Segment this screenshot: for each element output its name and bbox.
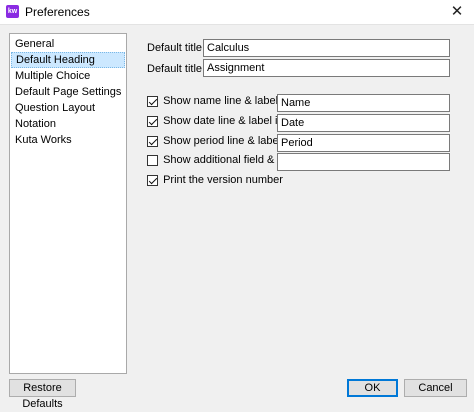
- restore-defaults-button[interactable]: Restore Defaults: [9, 379, 76, 410]
- date-label-input[interactable]: [277, 114, 450, 132]
- show-date-option[interactable]: Show date line & label it: [147, 115, 280, 129]
- app-logo-icon: kw: [6, 5, 19, 18]
- cancel-button[interactable]: Cancel: [404, 379, 467, 397]
- show-period-option[interactable]: Show period line & label it: [147, 135, 290, 149]
- print-version-label: Print the version number: [163, 174, 283, 187]
- show-name-checkbox[interactable]: [147, 95, 158, 107]
- check-icon: [148, 136, 158, 145]
- additional-field-input[interactable]: [277, 153, 450, 171]
- check-icon: [148, 175, 158, 184]
- name-label-input[interactable]: [277, 94, 450, 112]
- show-period-label: Show period line & label it: [163, 135, 290, 148]
- ok-button[interactable]: OK: [347, 379, 398, 397]
- sidebar-item-default-heading[interactable]: Default Heading: [11, 52, 125, 68]
- close-button[interactable]: ✕: [440, 0, 474, 24]
- show-date-checkbox[interactable]: [147, 115, 158, 127]
- show-period-checkbox[interactable]: [147, 135, 158, 147]
- check-icon: [148, 116, 158, 125]
- period-label-input[interactable]: [277, 134, 450, 152]
- print-version-option[interactable]: Print the version number: [147, 174, 283, 188]
- show-date-label: Show date line & label it: [163, 115, 281, 128]
- check-icon: [148, 96, 158, 105]
- show-name-option[interactable]: Show name line & label it: [147, 95, 287, 109]
- sidebar-item-kuta-works[interactable]: Kuta Works: [11, 132, 125, 148]
- show-additional-field-checkbox[interactable]: [147, 154, 158, 166]
- print-version-checkbox[interactable]: [147, 174, 158, 186]
- sidebar-item-default-page-settings[interactable]: Default Page Settings: [11, 84, 125, 100]
- window-title: Preferences: [25, 5, 90, 19]
- category-list[interactable]: General Default Heading Multiple Choice …: [9, 33, 127, 374]
- sidebar-item-notation[interactable]: Notation: [11, 116, 125, 132]
- default-title-1-input[interactable]: [203, 39, 450, 57]
- sidebar-item-question-layout[interactable]: Question Layout: [11, 100, 125, 116]
- show-name-label: Show name line & label it: [163, 95, 287, 108]
- sidebar-item-multiple-choice[interactable]: Multiple Choice: [11, 68, 125, 84]
- title-bar: kw Preferences ✕: [0, 0, 474, 25]
- sidebar-item-general[interactable]: General: [11, 36, 125, 52]
- default-title-2-input[interactable]: [203, 59, 450, 77]
